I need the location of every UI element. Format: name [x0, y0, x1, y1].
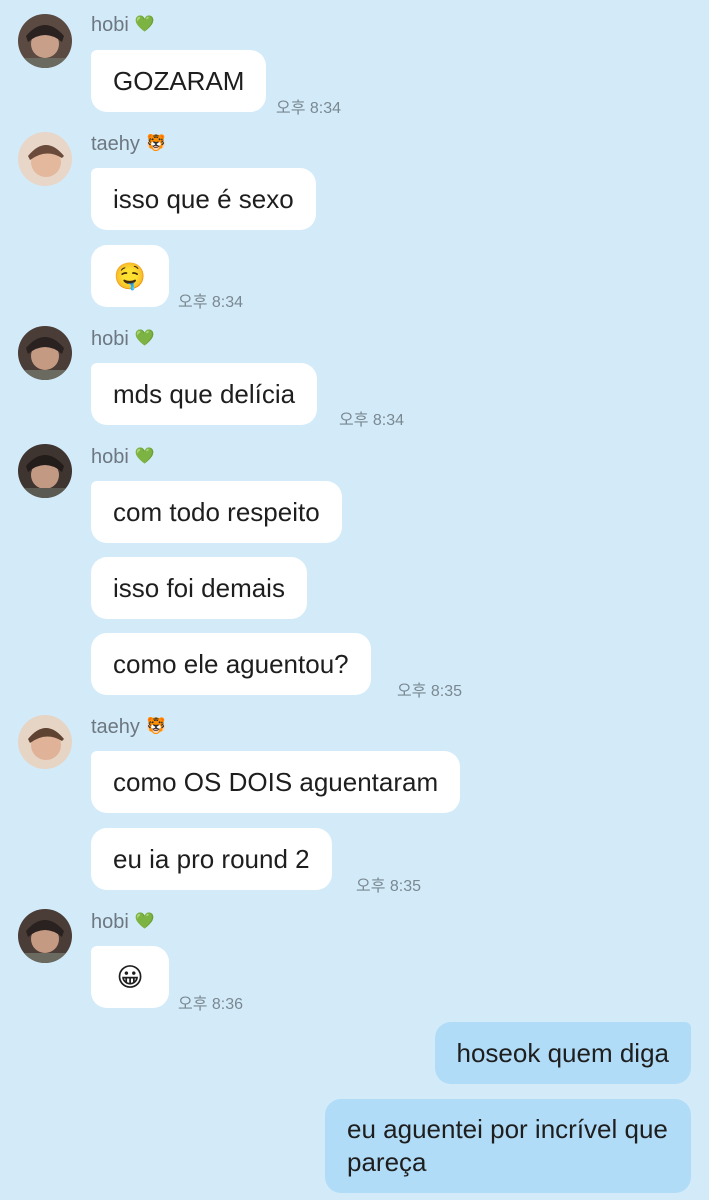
outgoing-message-bubble[interactable]: hoseok quem diga: [434, 1022, 691, 1084]
message-bubble[interactable]: com todo respeito: [91, 481, 342, 543]
message-time: 오후 8:34: [178, 294, 244, 311]
green-heart-icon: 💚: [134, 16, 155, 33]
drooling-face-emoji: 🤤: [113, 260, 147, 291]
green-heart-icon: 💚: [134, 330, 155, 347]
sender-name: hobi 💚: [91, 911, 155, 933]
message-time: 오후 8:36: [178, 996, 244, 1013]
message-text: eu aguentei por incrível que pareça: [347, 1114, 668, 1177]
message-bubble[interactable]: como OS DOIS aguentaram: [91, 751, 461, 813]
message-bubble[interactable]: GOZARAM: [91, 50, 267, 112]
message-text: GOZARAM: [113, 65, 245, 96]
message-time: 오후 8:34: [339, 412, 405, 429]
sender-label: taehy: [91, 716, 140, 738]
avatar-taehy[interactable]: [18, 715, 72, 769]
outgoing-message-bubble[interactable]: eu aguentei por incrível que pareça: [325, 1099, 691, 1193]
message-bubble[interactable]: isso que é sexo: [91, 168, 316, 230]
sender-name: taehy 🐯: [91, 716, 166, 738]
green-heart-icon: 💚: [134, 448, 155, 465]
message-bubble[interactable]: 🤤: [91, 245, 169, 307]
avatar-hobi[interactable]: [18, 326, 72, 380]
message-bubble[interactable]: eu ia pro round 2: [91, 828, 332, 890]
sender-name: hobi 💚: [91, 14, 155, 36]
avatar-taehy[interactable]: [18, 132, 72, 186]
tiger-icon: 🐯: [145, 718, 166, 735]
sender-name: hobi 💚: [91, 328, 155, 350]
message-text: como ele aguentou?: [113, 648, 349, 679]
message-time: 오후 8:35: [356, 878, 422, 895]
message-text: mds que delícia: [113, 378, 296, 409]
message-bubble[interactable]: mds que delícia: [91, 363, 318, 425]
message-text: como OS DOIS aguentaram: [113, 766, 439, 797]
sender-name: hobi 💚: [91, 446, 155, 468]
avatar-hobi[interactable]: [18, 909, 72, 963]
message-bubble[interactable]: 😀: [91, 946, 169, 1008]
message-text: hoseok quem diga: [456, 1037, 669, 1068]
green-heart-icon: 💚: [134, 913, 155, 930]
sender-label: hobi: [91, 328, 129, 350]
avatar-hobi[interactable]: [18, 14, 72, 68]
tiger-icon: 🐯: [145, 135, 166, 152]
message-bubble[interactable]: como ele aguentou?: [91, 633, 371, 695]
sender-label: hobi: [91, 14, 129, 36]
message-time: 오후 8:35: [397, 683, 463, 700]
message-text: com todo respeito: [113, 496, 320, 527]
sender-name: taehy 🐯: [91, 133, 166, 155]
message-text: isso que é sexo: [113, 183, 294, 214]
avatar-hobi[interactable]: [18, 444, 72, 498]
message-time: 오후 8:34: [276, 100, 342, 117]
grinning-face-emoji: 😀: [116, 961, 144, 992]
message-text: isso foi demais: [113, 572, 285, 603]
sender-label: hobi: [91, 446, 129, 468]
sender-label: taehy: [91, 133, 140, 155]
message-bubble[interactable]: isso foi demais: [91, 557, 307, 619]
sender-label: hobi: [91, 911, 129, 933]
message-text: eu ia pro round 2: [113, 843, 310, 874]
